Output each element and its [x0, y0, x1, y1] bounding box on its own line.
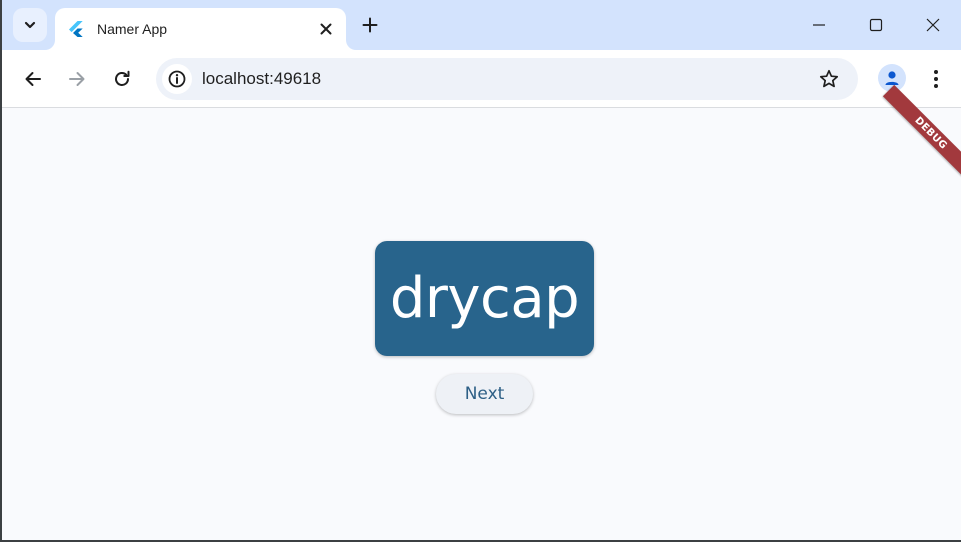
back-button[interactable] [16, 62, 50, 96]
window-controls [790, 0, 961, 50]
address-bar[interactable]: localhost:49618 [156, 58, 858, 100]
info-icon [168, 70, 186, 88]
browser-window: Namer App localhost:49618 DEBUG drycap N… [0, 0, 961, 542]
close-tab-button[interactable] [314, 17, 338, 41]
tab-title: Namer App [97, 21, 168, 37]
reload-icon [115, 70, 130, 86]
new-tab-button[interactable] [356, 11, 384, 39]
url-text[interactable]: localhost:49618 [202, 69, 814, 89]
bookmark-button[interactable] [814, 64, 844, 94]
minimize-icon [812, 24, 825, 26]
word-pair-text: drycap [389, 266, 580, 331]
browser-toolbar: localhost:49618 [2, 50, 961, 108]
tab-search-button[interactable] [13, 8, 47, 42]
arrow-right-icon [69, 72, 85, 86]
maximize-icon [869, 18, 882, 32]
minimize-button[interactable] [790, 0, 847, 50]
browser-menu-button[interactable] [922, 62, 950, 96]
chevron-down-icon [24, 21, 36, 29]
word-card: drycap [375, 241, 594, 356]
tab-namer-app[interactable]: Namer App [55, 8, 346, 50]
app-content: DEBUG drycap Next [2, 84, 961, 540]
person-icon [885, 71, 899, 85]
close-window-button[interactable] [904, 0, 961, 50]
reload-button[interactable] [105, 62, 139, 96]
next-button[interactable]: Next [436, 374, 533, 414]
close-icon [926, 18, 939, 32]
arrow-left-icon [25, 72, 41, 86]
maximize-button[interactable] [847, 0, 904, 50]
more-vert-icon [934, 70, 938, 88]
forward-button[interactable] [60, 62, 94, 96]
plus-icon [362, 17, 378, 33]
flutter-icon [69, 21, 85, 37]
star-icon [819, 69, 839, 88]
site-info-button[interactable] [162, 64, 192, 94]
tab-strip: Namer App [2, 0, 961, 50]
close-icon [320, 23, 332, 35]
